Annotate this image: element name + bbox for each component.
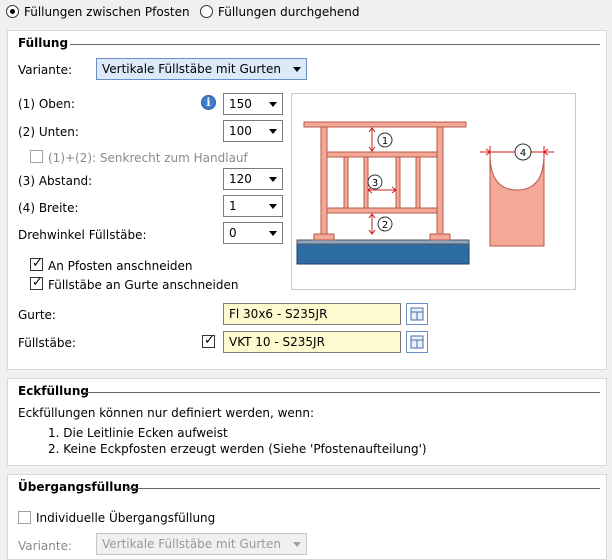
breite-dropdown[interactable]: 1 [223, 195, 283, 217]
post-left [320, 126, 328, 235]
infill-bar [395, 156, 401, 209]
checkmark-icon: ✓ [204, 333, 215, 348]
variante-label: Variante: [18, 63, 72, 77]
drehwinkel-dropdown[interactable]: 0 [223, 222, 283, 244]
senkrecht-label: (1)+(2): Senkrecht zum Handlauf [48, 151, 248, 165]
uebergang-variante-dropdown[interactable]: Vertikale Füllstäbe mit Gurten [96, 533, 307, 555]
checkbox-box[interactable]: ✓ [30, 275, 43, 290]
chevron-down-icon[interactable] [269, 204, 277, 209]
railing-diagram-svg: 1 2 3 4 [296, 121, 554, 265]
unten-dropdown[interactable]: 100 [223, 120, 283, 142]
fuellstaebe-value: VKT 10 - S235JR [229, 335, 325, 349]
fuellstaebe-library-button[interactable] [406, 331, 428, 353]
checkbox-box[interactable]: ✓ [202, 333, 215, 348]
checkbox-box[interactable]: ✓ [30, 256, 43, 271]
handrail [303, 121, 467, 128]
post-foot-left [313, 233, 335, 241]
gurte-field[interactable]: Fl 30x6 - S235JR [223, 303, 401, 325]
checkbox-box[interactable] [18, 511, 31, 524]
eckfuellung-intro: Eckfüllungen können nur definiert werden… [18, 406, 315, 420]
uebergang-title-line [126, 488, 600, 489]
radio-indicator[interactable] [6, 5, 19, 18]
uebergang-variante-value: Vertikale Füllstäbe mit Gurten [102, 537, 281, 551]
radio-indicator[interactable] [200, 5, 213, 18]
uebergang-variante-label: Variante: [18, 539, 72, 553]
post-foot-right [429, 233, 451, 241]
gurte-anschneiden-label: Füllstäbe an Gurte anschneiden [48, 278, 239, 292]
fuellstaebe-checkbox[interactable]: ✓ [202, 333, 215, 351]
unten-value: 100 [229, 124, 252, 138]
post-right [436, 126, 444, 235]
breite-label: (4) Breite: [18, 201, 79, 215]
chevron-down-icon[interactable] [269, 102, 277, 107]
gurte-anschneiden-checkbox[interactable]: ✓ [30, 275, 43, 293]
pfosten-anschneiden-label: An Pfosten anschneiden [48, 259, 193, 273]
callout-text-1: 1 [382, 136, 388, 147]
oben-label: (1) Oben: [18, 97, 75, 111]
senkrecht-checkbox[interactable] [30, 150, 43, 166]
oben-dropdown[interactable]: 150 [223, 93, 283, 115]
chevron-down-icon[interactable] [293, 67, 301, 72]
infill-bar [343, 156, 349, 209]
checkbox-box[interactable] [30, 150, 43, 163]
fuellstaebe-label: Füllstäbe: [18, 336, 76, 350]
library-icon [410, 307, 424, 321]
eckfuellung-item-2: 2. Keine Eckpfosten erzeugt werden (Sieh… [48, 442, 427, 456]
checkmark-icon: ✓ [32, 275, 43, 290]
chevron-down-icon[interactable] [269, 177, 277, 182]
eckfuellung-item-1: 1. Die Leitlinie Ecken aufweist [48, 426, 228, 440]
checkmark-icon: ✓ [32, 256, 43, 271]
radio-between-posts[interactable] [6, 5, 19, 21]
unten-label: (2) Unten: [18, 125, 79, 139]
individuell-checkbox[interactable] [18, 511, 31, 527]
chevron-down-icon[interactable] [269, 129, 277, 134]
pfosten-anschneiden-checkbox[interactable]: ✓ [30, 256, 43, 274]
belt-bottom [326, 207, 438, 214]
callout-text-4: 4 [520, 148, 526, 159]
radio-between-posts-label[interactable]: Füllungen zwischen Pfosten [24, 5, 190, 19]
breite-value: 1 [229, 199, 237, 213]
individuell-label: Individuelle Übergangsfüllung [36, 511, 216, 525]
variante-dropdown[interactable]: Vertikale Füllstäbe mit Gurten [96, 58, 307, 80]
eckfuellung-title-line [84, 392, 600, 393]
fuellung-title: Füllung [18, 36, 69, 50]
gurte-value: Fl 30x6 - S235JR [229, 307, 328, 321]
drehwinkel-value: 0 [229, 226, 237, 240]
callout-text-3: 3 [372, 178, 378, 189]
infill-profile-section [489, 153, 545, 247]
library-icon [410, 335, 424, 349]
fuellstaebe-field[interactable]: VKT 10 - S235JR [223, 331, 401, 353]
abstand-dropdown[interactable]: 120 [223, 168, 283, 190]
base-slab [296, 241, 470, 265]
chevron-down-icon[interactable] [269, 231, 277, 236]
railing-illustration: 1 2 3 4 [291, 93, 576, 290]
callout-text-2: 2 [382, 220, 388, 231]
abstand-label: (3) Abstand: [18, 174, 93, 188]
infill-bar [415, 156, 421, 209]
info-icon[interactable]: i [201, 95, 216, 110]
fuellung-title-line [70, 44, 600, 45]
drehwinkel-label: Drehwinkel Füllstäbe: [18, 228, 147, 242]
oben-value: 150 [229, 97, 252, 111]
base-top [296, 239, 470, 245]
chevron-down-icon[interactable] [293, 542, 301, 547]
gurte-label: Gurte: [18, 308, 56, 322]
belt-top [326, 151, 438, 158]
abstand-value: 120 [229, 172, 252, 186]
gurte-library-button[interactable] [406, 303, 428, 325]
variante-value: Vertikale Füllstäbe mit Gurten [102, 62, 281, 76]
infill-bar [363, 156, 369, 209]
uebergang-title: Übergangsfüllung [18, 480, 140, 494]
radio-continuous[interactable] [200, 5, 213, 21]
radio-continuous-label[interactable]: Füllungen durchgehend [218, 5, 359, 19]
eckfuellung-title: Eckfüllung [18, 384, 89, 398]
